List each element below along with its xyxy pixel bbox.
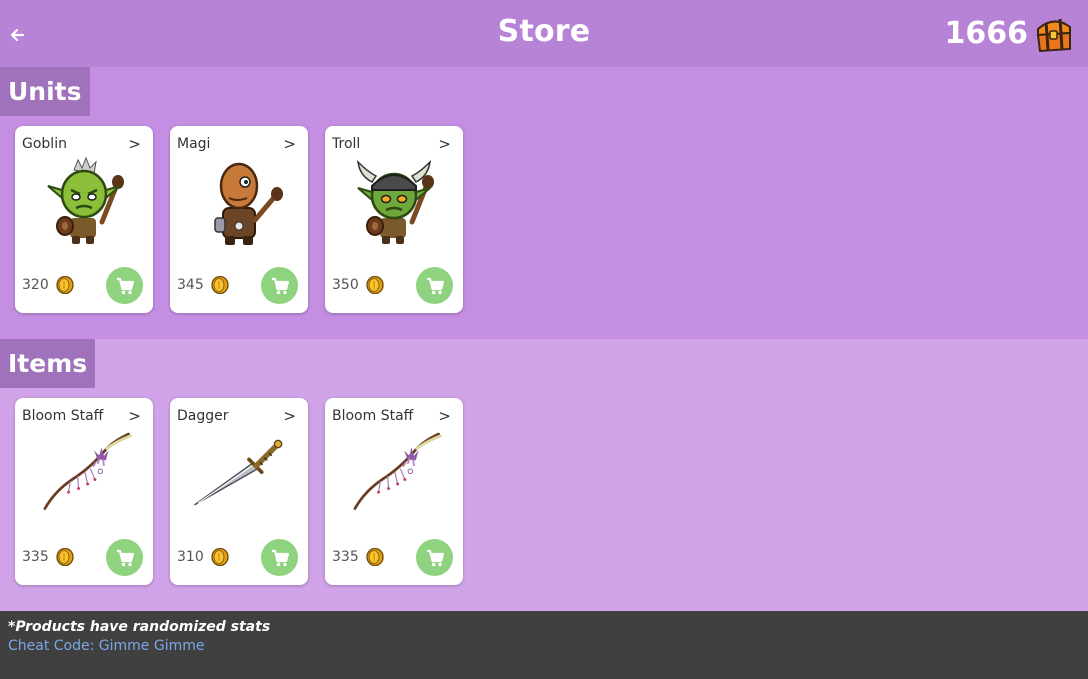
item-card-bloom-staff[interactable]: Bloom Staff > 335 bbox=[15, 398, 153, 585]
chevron-right-icon[interactable]: > bbox=[128, 407, 141, 425]
card-name: Magi bbox=[177, 136, 211, 152]
cart-icon bbox=[115, 549, 134, 567]
treasure-chest-icon bbox=[1036, 18, 1071, 53]
price-value: 320 bbox=[22, 277, 49, 293]
coin-icon bbox=[56, 276, 74, 294]
price-value: 310 bbox=[177, 549, 204, 565]
chevron-right-icon[interactable]: > bbox=[283, 407, 296, 425]
app-header: Store 1666 bbox=[0, 0, 1088, 67]
price-value: 335 bbox=[22, 549, 49, 565]
coin-icon bbox=[211, 276, 229, 294]
chevron-right-icon[interactable]: > bbox=[438, 407, 451, 425]
units-section-title: Units bbox=[0, 67, 90, 116]
card-name: Dagger bbox=[177, 408, 229, 424]
page-title: Store bbox=[497, 14, 591, 49]
coin-icon bbox=[366, 548, 384, 566]
buy-button[interactable] bbox=[261, 539, 298, 576]
chevron-right-icon[interactable]: > bbox=[128, 135, 141, 153]
buy-button[interactable] bbox=[416, 267, 453, 304]
coin-icon bbox=[56, 548, 74, 566]
store-footer: *Products have randomized stats Cheat Co… bbox=[0, 611, 1088, 679]
bloom-staff-icon bbox=[43, 432, 132, 510]
randomized-stats-note: *Products have randomized stats bbox=[8, 619, 271, 635]
price-value: 350 bbox=[332, 277, 359, 293]
ogre-magi-icon bbox=[214, 162, 283, 245]
card-name: Bloom Staff bbox=[332, 408, 414, 424]
currency-display: 1666 bbox=[945, 12, 1075, 54]
buy-button[interactable] bbox=[106, 267, 143, 304]
items-section-title: Items bbox=[0, 339, 96, 388]
unit-card-goblin[interactable]: Goblin > 320 bbox=[15, 126, 153, 313]
chevron-right-icon[interactable]: > bbox=[283, 135, 296, 153]
cart-icon bbox=[425, 277, 444, 295]
card-price: 310 bbox=[177, 548, 229, 566]
buy-button[interactable] bbox=[106, 539, 143, 576]
buy-button[interactable] bbox=[261, 267, 298, 304]
card-name: Goblin bbox=[22, 136, 67, 152]
card-price: 350 bbox=[332, 276, 384, 294]
item-card-bloom-staff[interactable]: Bloom Staff > 335 bbox=[325, 398, 463, 585]
card-name: Troll bbox=[332, 136, 361, 152]
item-card-dagger[interactable]: Dagger > 310 bbox=[170, 398, 308, 585]
troll-icon bbox=[356, 159, 444, 248]
goblin-icon bbox=[47, 156, 134, 248]
card-name: Bloom Staff bbox=[22, 408, 104, 424]
cart-icon bbox=[425, 549, 444, 567]
units-section: Units Goblin > 320 Magi > 345 Troll > 35… bbox=[0, 67, 1088, 339]
items-section: Items Bloom Staff > 335 Dagger > 310 Blo… bbox=[0, 339, 1088, 611]
coin-icon bbox=[211, 548, 229, 566]
cart-icon bbox=[270, 277, 289, 295]
coin-icon bbox=[366, 276, 384, 294]
bloom-staff-icon bbox=[353, 432, 442, 510]
price-value: 345 bbox=[177, 277, 204, 293]
chevron-right-icon[interactable]: > bbox=[438, 135, 451, 153]
price-value: 335 bbox=[332, 549, 359, 565]
unit-card-troll[interactable]: Troll > 350 bbox=[325, 126, 463, 313]
card-price: 345 bbox=[177, 276, 229, 294]
currency-amount: 1666 bbox=[944, 15, 1029, 51]
cart-icon bbox=[270, 549, 289, 567]
card-price: 320 bbox=[22, 276, 74, 294]
buy-button[interactable] bbox=[416, 539, 453, 576]
card-price: 335 bbox=[22, 548, 74, 566]
dagger-icon bbox=[194, 439, 283, 506]
unit-card-magi[interactable]: Magi > 345 bbox=[170, 126, 308, 313]
cheat-code-text: Cheat Code: Gimme Gimme bbox=[8, 638, 205, 654]
cart-icon bbox=[115, 277, 134, 295]
card-price: 335 bbox=[332, 548, 384, 566]
